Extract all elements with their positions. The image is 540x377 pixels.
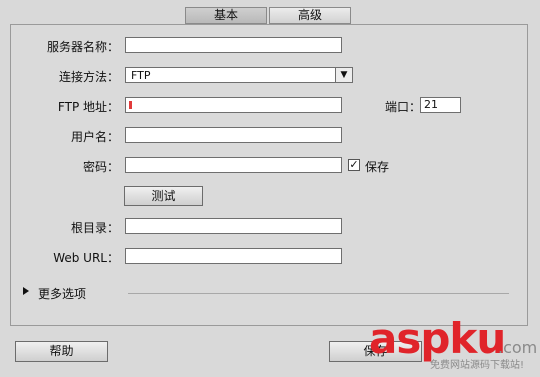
web-url-label: Web URL： <box>53 251 119 265</box>
save-password-label: 保存 <box>365 160 390 174</box>
help-button[interactable]: 帮助 <box>15 341 108 362</box>
save-password-checkbox[interactable]: ✓ <box>348 159 360 171</box>
redaction-mark <box>129 101 132 109</box>
watermark-suffix: .com <box>498 338 538 357</box>
password-label: 密码： <box>82 160 119 174</box>
tab-advanced[interactable]: 高级 <box>269 7 351 24</box>
root-dir-input[interactable] <box>125 218 342 234</box>
triangle-right-icon[interactable] <box>23 287 29 295</box>
web-url-input[interactable] <box>125 248 342 264</box>
watermark-tagline: 免费网站源码下载站! <box>430 360 525 371</box>
password-input[interactable] <box>125 157 342 173</box>
ftp-address-label: FTP 地址： <box>57 100 119 114</box>
connect-method-value: FTP <box>131 69 151 82</box>
port-label: 端口： <box>385 100 422 114</box>
triangle-down-icon[interactable]: ▼ <box>335 68 352 82</box>
ftp-address-input[interactable] <box>125 97 342 113</box>
checkmark-icon: ✓ <box>349 158 359 171</box>
server-name-input[interactable] <box>125 37 342 53</box>
watermark-brand: aspku <box>369 314 506 363</box>
server-name-label: 服务器名称： <box>46 40 119 54</box>
username-input[interactable] <box>125 127 342 143</box>
port-input[interactable]: 21 <box>420 97 461 113</box>
more-options-toggle[interactable]: 更多选项 <box>38 285 86 302</box>
watermark-logo: aspku <box>369 318 506 360</box>
tab-basic[interactable]: 基本 <box>185 7 267 24</box>
connect-method-select[interactable]: FTP ▼ <box>125 67 353 83</box>
username-label: 用户名： <box>70 130 119 144</box>
more-options-divider <box>128 293 509 294</box>
test-button[interactable]: 测试 <box>124 186 203 206</box>
connect-method-label: 连接方法： <box>58 70 119 84</box>
root-dir-label: 根目录： <box>70 221 119 235</box>
